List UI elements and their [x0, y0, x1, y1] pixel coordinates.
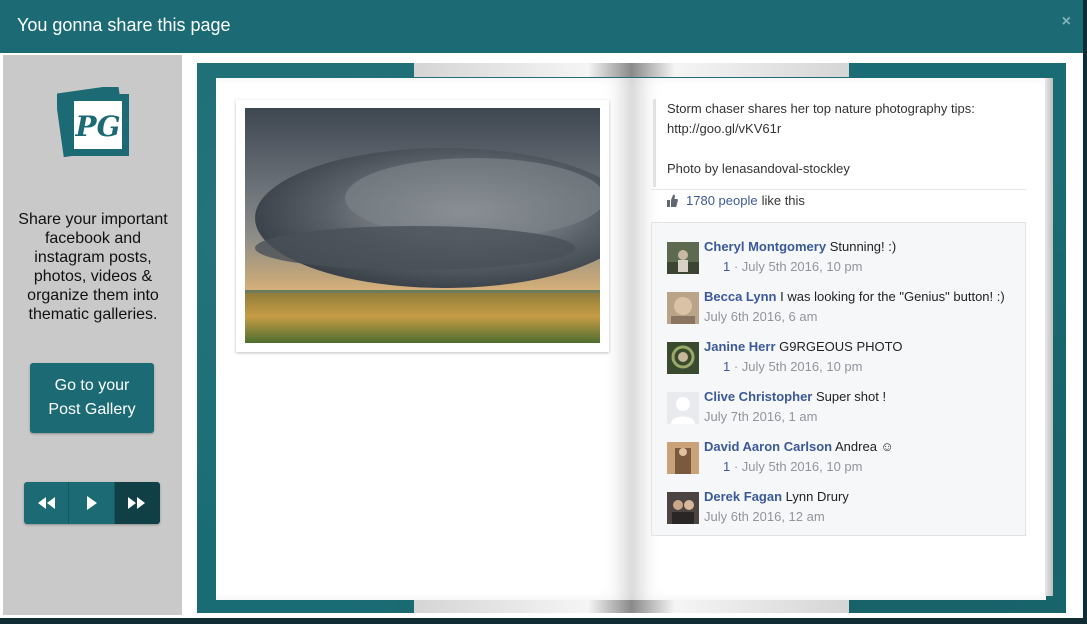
close-button[interactable]: × [1062, 13, 1071, 31]
share-modal: You gonna share this page × PG Share you… [0, 0, 1083, 618]
comment-author[interactable]: Clive Christopher [704, 389, 812, 404]
comment-author[interactable]: Derek Fagan [704, 489, 782, 504]
comment-date: · July 5th 2016, 10 pm [730, 359, 863, 374]
avatar[interactable] [667, 392, 699, 424]
pg-logo: PG [54, 84, 131, 159]
comment-text: I was looking for the "Genius" button! :… [780, 289, 1005, 304]
likes-summary: 1780 people like this [666, 193, 805, 208]
comment-item: Becca Lynn I was looking for the "Genius… [667, 289, 1017, 329]
comment-text: Lynn Drury [785, 489, 849, 504]
rewind-icon [38, 497, 56, 509]
comment-item: Clive Christopher Super shot ! July 7th … [667, 389, 1017, 429]
gallery-button-line2: Post Gallery [48, 401, 136, 418]
comment-author[interactable]: Becca Lynn [704, 289, 777, 304]
left-page [216, 78, 632, 600]
comment-item: Cheryl Montgomery Stunning! :) 1 · July … [667, 239, 1017, 279]
book-spine-bottom [414, 599, 849, 613]
comment-item: Janine Herr G9RGEOUS PHOTO 1 · July 5th … [667, 339, 1017, 379]
comment-text: Stunning! :) [829, 239, 897, 254]
fast-forward-button[interactable] [114, 482, 160, 524]
comment-item: David Aaron Carlson Andrea ☺ 1 · July 5t… [667, 439, 1017, 479]
post-photo-frame [236, 100, 609, 352]
comment-date: · July 5th 2016, 10 pm [730, 459, 863, 474]
comment-text: G9RGEOUS PHOTO [779, 339, 903, 354]
post-text-line1: Storm chaser shares her top nature photo… [667, 101, 975, 116]
comment-author[interactable]: Janine Herr [704, 339, 776, 354]
post-link[interactable]: http://goo.gl/vKV61r [667, 119, 1040, 139]
avatar[interactable] [667, 492, 699, 524]
modal-header: You gonna share this page × [0, 0, 1083, 53]
comment-date: July 6th 2016, 6 am [704, 309, 818, 324]
post-credit: Photo by lenasandoval-stockley [667, 161, 850, 176]
comment-date: July 7th 2016, 1 am [704, 409, 818, 424]
playback-controls [24, 482, 160, 524]
post-text: Storm chaser shares her top nature photo… [653, 99, 1040, 187]
right-page: Storm chaser shares her top nature photo… [632, 78, 1046, 600]
avatar[interactable] [667, 292, 699, 324]
likes-count-link[interactable]: 1780 people [686, 193, 758, 208]
go-to-post-gallery-button[interactable]: Go to your Post Gallery [30, 363, 154, 433]
fast-forward-icon [128, 497, 146, 509]
rewind-button[interactable] [24, 482, 70, 524]
avatar[interactable] [667, 342, 699, 374]
comment-text: Super shot ! [815, 389, 887, 404]
thumbs-up-icon [667, 194, 678, 207]
gallery-button-line1: Go to your [54, 377, 130, 394]
comments-list: Cheryl Montgomery Stunning! :) 1 · July … [651, 222, 1026, 536]
play-icon [86, 496, 97, 510]
book-spine-top [414, 63, 849, 77]
post-photo[interactable] [245, 108, 600, 343]
play-button[interactable] [69, 482, 115, 524]
comment-author[interactable]: David Aaron Carlson [704, 439, 832, 454]
likes-suffix: like this [761, 193, 805, 208]
comment-text: Andrea ☺ [835, 439, 894, 454]
logo-text: PG [75, 110, 121, 143]
divider [651, 189, 1026, 190]
comment-date: · July 5th 2016, 10 pm [730, 259, 863, 274]
page-edge [1045, 78, 1053, 596]
sidebar: PG Share your important facebook and ins… [3, 55, 182, 615]
avatar[interactable] [667, 242, 699, 274]
tagline: Share your important facebook and instag… [18, 211, 168, 323]
book-view: Storm chaser shares her top nature photo… [197, 63, 1066, 613]
comment-author[interactable]: Cheryl Montgomery [704, 239, 826, 254]
comment-date: July 6th 2016, 12 am [704, 509, 825, 524]
comment-item: Derek Fagan Lynn Drury July 6th 2016, 12… [667, 489, 1017, 529]
modal-title: You gonna share this page [17, 15, 231, 35]
avatar[interactable] [667, 442, 699, 474]
